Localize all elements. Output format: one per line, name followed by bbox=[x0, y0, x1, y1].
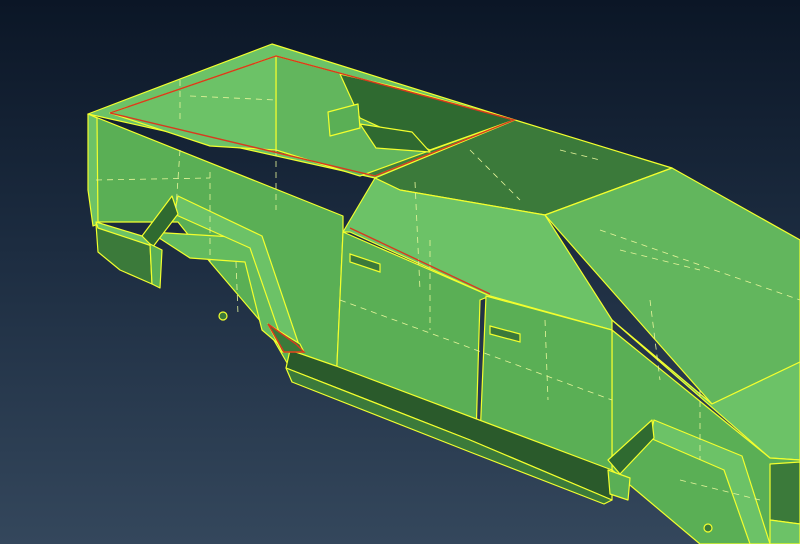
cybertruck-wireframe-model[interactable] bbox=[0, 0, 800, 544]
front-wheel-hub-marker bbox=[703, 523, 713, 533]
front-bumper-face bbox=[769, 461, 800, 525]
rear-wheel-hub-marker bbox=[218, 311, 228, 321]
front-bumper-lower bbox=[769, 519, 800, 544]
rear-end-face bbox=[87, 113, 99, 227]
3d-viewport[interactable] bbox=[0, 0, 800, 544]
rear-bumper-end bbox=[149, 243, 163, 289]
